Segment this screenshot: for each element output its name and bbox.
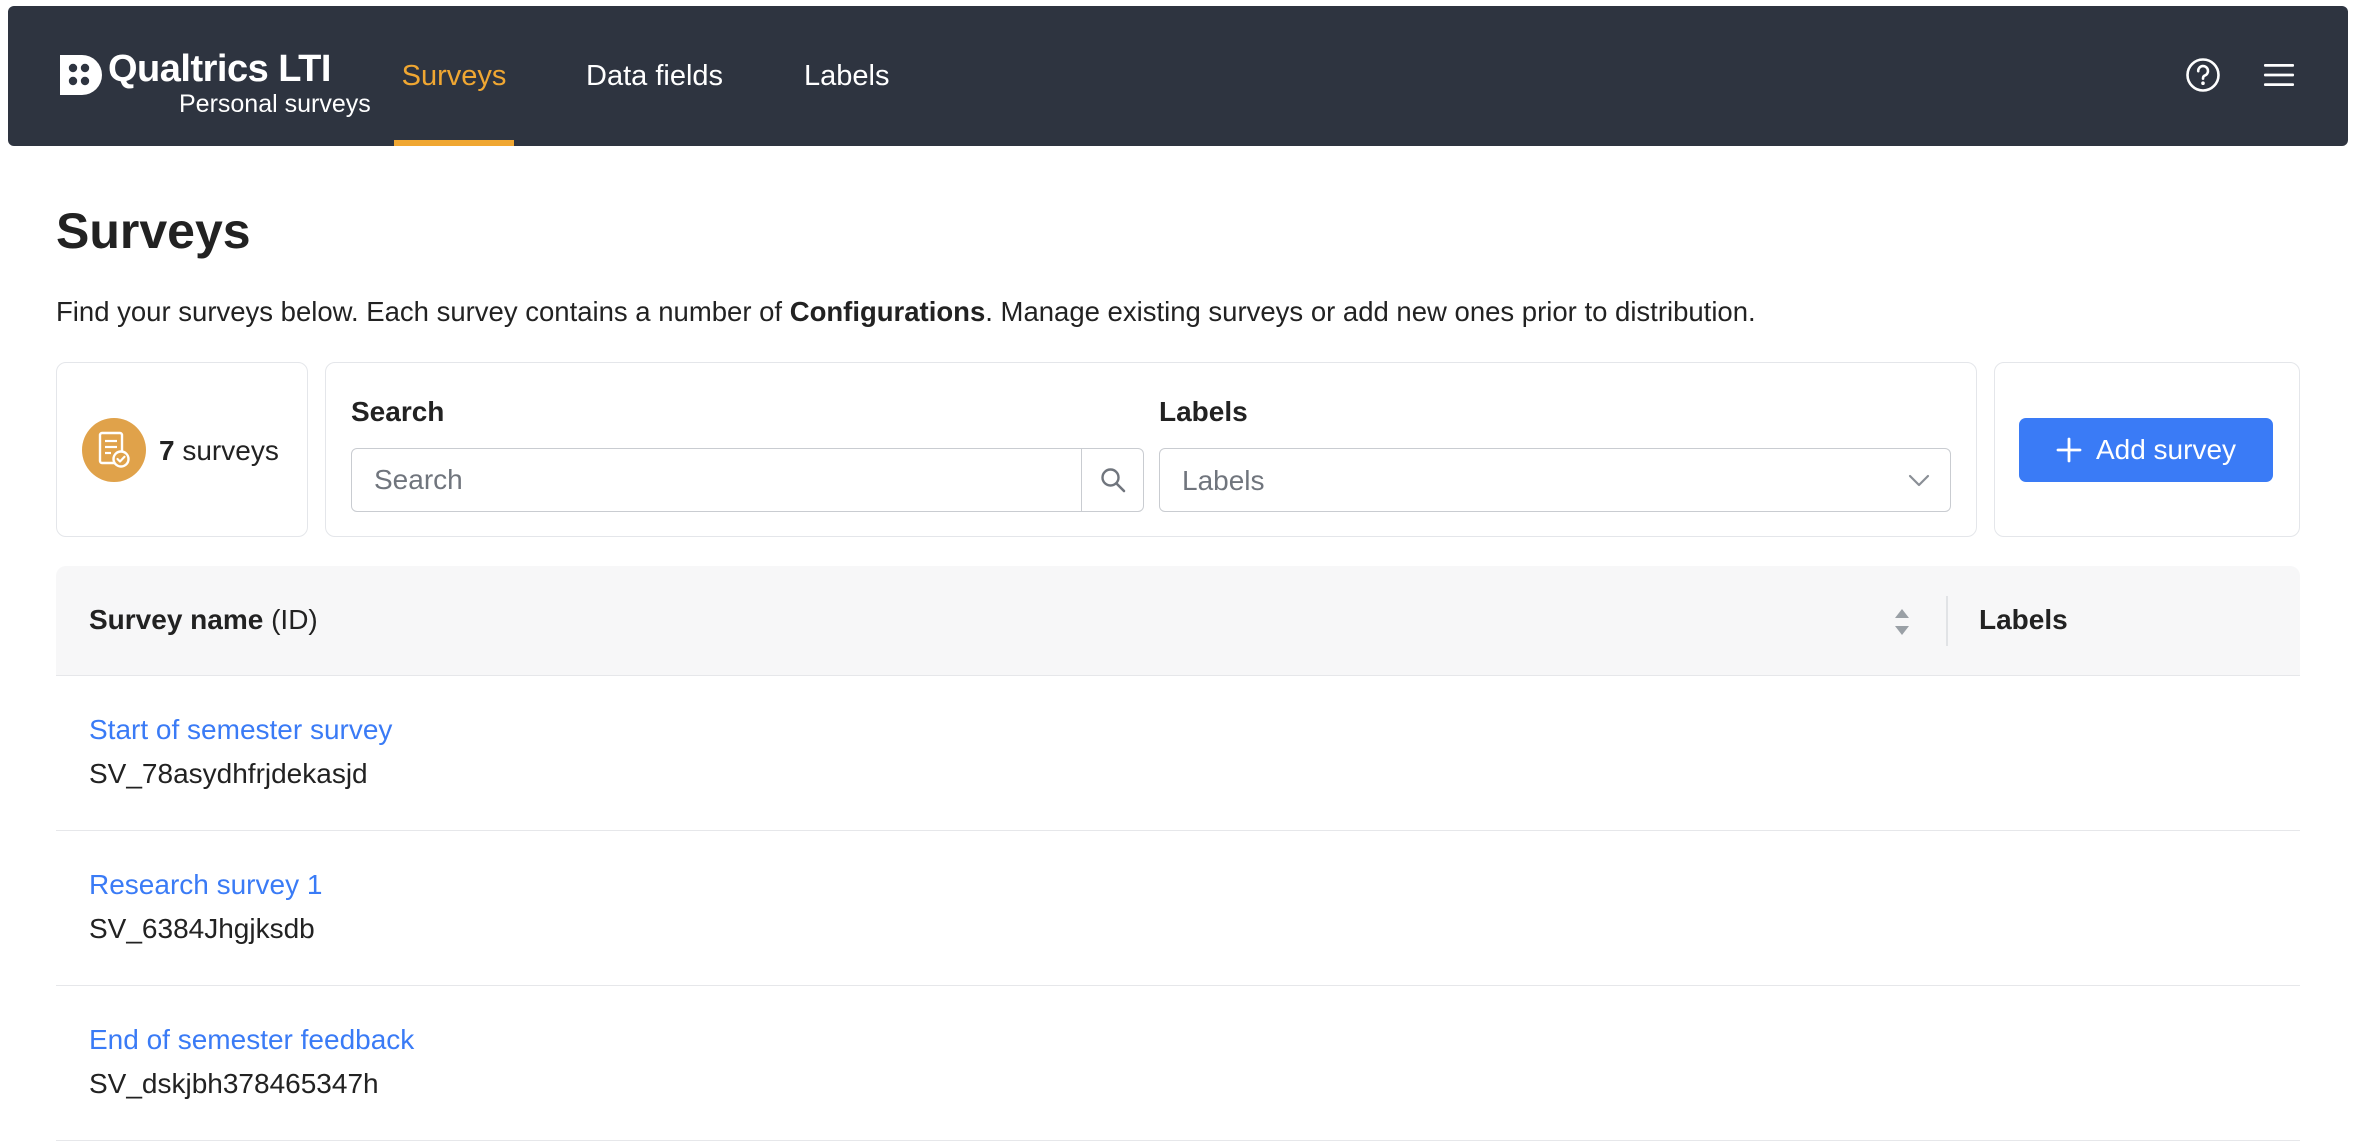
table-row: Start of semester survey SV_78asydhfrjde… [56, 676, 2300, 831]
survey-count-card: 7 surveys [56, 362, 308, 537]
tab-data-fields[interactable]: Data fields [586, 6, 723, 146]
survey-check-icon [82, 418, 146, 482]
top-nav-bar: Qualtrics LTI Personal surveys Surveys D… [8, 6, 2348, 146]
survey-id: SV_dskjbh378465347h [89, 1068, 379, 1099]
add-survey-card: Add survey [1994, 362, 2300, 537]
search-label: Search [351, 396, 445, 427]
plus-icon [2056, 437, 2082, 463]
description-emphasis: Configurations [789, 296, 986, 327]
tab-data-fields-label: Data fields [586, 59, 724, 92]
search-icon [1100, 468, 1125, 493]
chevron-down-icon [1908, 474, 1930, 487]
tab-labels[interactable]: Labels [804, 6, 889, 146]
brand-subtitle: Personal surveys [179, 90, 371, 118]
filters-card: Search Labels Labels [325, 362, 1977, 537]
labels-dropdown[interactable]: Labels [1159, 448, 1951, 512]
search-button[interactable] [1081, 449, 1143, 511]
column-header-survey-name-label: Survey name [89, 604, 264, 635]
survey-id: SV_6384Jhgjksdb [89, 913, 315, 944]
page-title: Surveys [56, 203, 251, 259]
tab-labels-label: Labels [804, 59, 890, 92]
add-survey-button[interactable]: Add survey [2019, 418, 2273, 482]
active-tab-indicator [394, 140, 514, 146]
survey-count-number: 7 [159, 435, 175, 466]
labels-filter-label: Labels [1159, 396, 1248, 427]
menu-icon[interactable] [2262, 58, 2296, 92]
brand-name: Qualtrics LTI [108, 48, 331, 90]
table-row: End of semester feedback SV_dskjbh378465… [56, 986, 2300, 1141]
search-input[interactable] [352, 449, 1081, 511]
column-header-id-suffix: (ID) [263, 604, 318, 635]
help-icon[interactable] [2184, 56, 2222, 94]
description-text-end: . Manage existing surveys or add new one… [985, 296, 1756, 327]
table-header: Survey name (ID) Labels [56, 566, 2300, 676]
labels-dropdown-placeholder: Labels [1182, 465, 1265, 496]
description-text: Find your surveys below. Each survey con… [56, 296, 790, 327]
surveys-table: Survey name (ID) Labels Start of semeste… [56, 566, 2300, 1141]
page-description: Find your surveys below. Each survey con… [56, 296, 2306, 328]
brand[interactable]: Qualtrics LTI Personal surveys [56, 44, 371, 124]
survey-name-link[interactable]: End of semester feedback [89, 1024, 414, 1056]
sort-icon[interactable] [1892, 606, 1912, 638]
tab-surveys[interactable]: Surveys [394, 6, 514, 146]
column-header-survey-name[interactable]: Survey name (ID) [89, 604, 318, 636]
column-header-labels: Labels [1979, 604, 2068, 635]
qualtrics-logo-icon [60, 55, 102, 95]
table-row: Research survey 1 SV_6384Jhgjksdb [56, 831, 2300, 986]
survey-name-link[interactable]: Start of semester survey [89, 714, 392, 746]
search-field [351, 448, 1144, 512]
survey-count-unit: surveys [182, 435, 279, 466]
survey-name-link[interactable]: Research survey 1 [89, 869, 322, 901]
survey-id: SV_78asydhfrjdekasjd [89, 758, 368, 789]
survey-count: 7 surveys [159, 435, 279, 467]
add-survey-label: Add survey [2095, 434, 2237, 465]
tab-surveys-label: Surveys [401, 59, 507, 92]
column-divider [1946, 596, 1948, 646]
